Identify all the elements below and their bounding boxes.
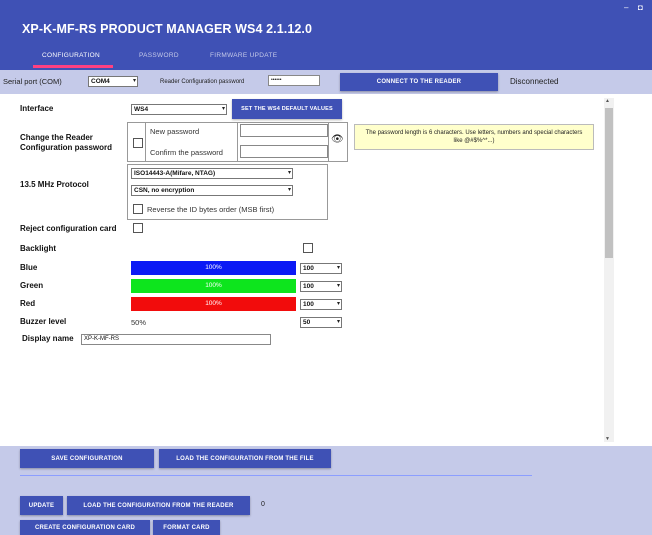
confirm-password-label: Confirm the password	[150, 148, 223, 157]
chevron-down-icon: ▾	[336, 265, 340, 271]
new-password-label: New password	[150, 127, 200, 136]
reject-card-label: Reject configuration card	[20, 224, 117, 233]
encryption-select[interactable]: CSN, no encryption ▾	[131, 185, 293, 196]
set-default-values-button[interactable]: SET THE WS4 DEFAULT VALUES	[232, 99, 342, 119]
color-value-green: 100	[303, 283, 314, 290]
buzzer-label: Buzzer level	[20, 317, 67, 326]
create-configuration-card-button[interactable]: CREATE CONFIGURATION CARD	[20, 520, 150, 535]
minimize-icon[interactable]: –	[624, 3, 628, 12]
color-select-blue[interactable]: 100 ▾	[300, 263, 342, 274]
update-button[interactable]: UPDATE	[20, 496, 63, 515]
change-password-checkbox[interactable]	[133, 138, 143, 148]
reverse-id-label: Reverse the ID bytes order (MSB first)	[147, 205, 275, 214]
buzzer-percent: 50%	[131, 318, 147, 327]
load-from-file-button[interactable]: LOAD THE CONFIGURATION FROM THE FILE	[159, 449, 331, 468]
chevron-down-icon: ▾	[132, 78, 136, 84]
eye-icon[interactable]: 👁︎	[331, 134, 344, 145]
title-bar: XP-K-MF-RS PRODUCT MANAGER WS4 2.1.12.0 …	[0, 0, 652, 70]
serial-port-select[interactable]: COM4 ▾	[88, 76, 138, 87]
chevron-down-icon: ▾	[287, 170, 291, 176]
scroll-down-icon[interactable]: ▼	[605, 436, 610, 442]
backlight-checkbox[interactable]	[303, 243, 313, 253]
reject-card-checkbox[interactable]	[133, 223, 143, 233]
maximize-icon[interactable]: ◘	[638, 3, 643, 12]
tab-configuration[interactable]: CONFIGURATION	[42, 52, 100, 59]
protocol-select[interactable]: ISO14443-A(Mifare, NTAG) ▾	[131, 168, 293, 179]
serial-port-label: Serial port (COM)	[3, 77, 62, 86]
reverse-id-checkbox[interactable]	[133, 204, 143, 214]
new-password-input[interactable]	[240, 124, 328, 137]
interface-label: Interface	[20, 104, 54, 113]
tab-password[interactable]: PASSWORD	[139, 52, 179, 59]
change-password-label: Change the Reader Configuration password	[20, 133, 112, 152]
serial-port-value: COM4	[91, 78, 110, 85]
panel-divider	[145, 122, 146, 162]
buzzer-value: 50	[303, 319, 311, 326]
display-name-label: Display name	[22, 334, 74, 343]
reader-password-label: Reader Configuration password	[160, 79, 245, 85]
actions-divider	[20, 475, 532, 476]
interface-select[interactable]: WS4 ▾	[131, 104, 227, 115]
display-name-input[interactable]: XP-K-MF-RS	[81, 334, 271, 345]
connect-button[interactable]: CONNECT TO THE READER	[340, 73, 498, 91]
buzzer-select[interactable]: 50 ▾	[300, 317, 342, 328]
active-tab-indicator	[33, 65, 113, 68]
chevron-down-icon: ▾	[336, 319, 340, 325]
color-bar-red: 100%	[131, 297, 296, 311]
protocol-value: ISO14443-A(Mifare, NTAG)	[134, 170, 216, 177]
app-title: XP-K-MF-RS PRODUCT MANAGER WS4 2.1.12.0	[22, 22, 313, 36]
interface-value: WS4	[134, 106, 149, 113]
color-label-green: Green	[20, 281, 44, 290]
tab-firmware-update[interactable]: FIRMWARE UPDATE	[210, 52, 277, 59]
load-from-reader-button[interactable]: LOAD THE CONFIGURATION FROM THE READER	[67, 496, 250, 515]
panel-divider	[328, 122, 329, 162]
scrollbar-thumb[interactable]	[605, 108, 613, 258]
chevron-down-icon: ▾	[336, 301, 340, 307]
chevron-down-icon: ▾	[287, 187, 291, 193]
color-bar-green: 100%	[131, 279, 296, 293]
color-value-red: 100	[303, 301, 314, 308]
save-configuration-button[interactable]: SAVE CONFIGURATION	[20, 449, 154, 468]
color-label-blue: Blue	[20, 263, 38, 272]
chevron-down-icon: ▾	[221, 106, 225, 112]
card-counter: 0	[261, 501, 265, 508]
chevron-down-icon: ▾	[336, 283, 340, 289]
color-value-blue: 100	[303, 265, 314, 272]
protocol-label: 13.5 MHz Protocol	[20, 180, 89, 189]
color-select-red[interactable]: 100 ▾	[300, 299, 342, 310]
confirm-password-input[interactable]	[240, 145, 328, 158]
panel-divider	[237, 122, 238, 162]
format-card-button[interactable]: FORMAT CARD	[153, 520, 220, 535]
backlight-label: Backlight	[20, 244, 57, 253]
color-bar-blue: 100%	[131, 261, 296, 275]
color-select-green[interactable]: 100 ▾	[300, 281, 342, 292]
password-hint: The password length is 6 characters. Use…	[354, 124, 594, 150]
scroll-up-icon[interactable]: ▲	[605, 98, 610, 104]
connection-status: Disconnected	[510, 77, 559, 86]
encryption-value: CSN, no encryption	[134, 187, 195, 194]
reader-password-input[interactable]: ••••••	[268, 75, 320, 86]
color-label-red: Red	[20, 299, 36, 308]
